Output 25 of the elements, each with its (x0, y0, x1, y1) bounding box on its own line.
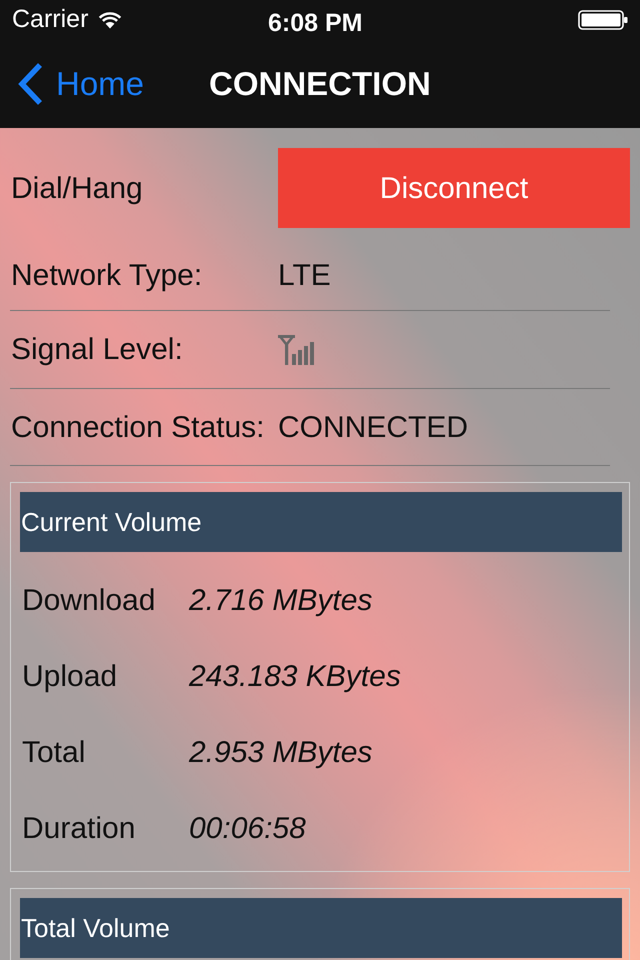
section-header: Current Volume (20, 492, 622, 552)
nav-title: CONNECTION (209, 64, 431, 104)
status-time: 6:08 PM (268, 8, 362, 39)
chevron-left-icon (17, 62, 43, 106)
info-label: Connection Status: (10, 410, 266, 446)
volume-label: Total (21, 734, 86, 770)
signal-strength-icon (278, 334, 316, 364)
volume-value: 00:06:58 (189, 810, 306, 846)
battery-icon (578, 10, 628, 30)
dial-label: Dial/Hang (10, 170, 144, 206)
volume-value: 243.183 KBytes (189, 658, 401, 694)
info-label: Network Type: (10, 258, 204, 294)
disconnect-button[interactable]: Disconnect (278, 148, 630, 228)
volume-label: Download (21, 582, 156, 618)
volume-label: Duration (21, 810, 136, 846)
section-header: Total Volume (20, 898, 622, 958)
info-value: LTE (278, 258, 331, 294)
volume-value: 2.953 MBytes (189, 734, 372, 770)
carrier-label: Carrier (12, 4, 88, 36)
back-button[interactable]: Home (17, 59, 144, 109)
volume-label: Upload (21, 658, 118, 694)
info-value: CONNECTED (278, 410, 468, 446)
wifi-icon (98, 11, 122, 29)
volume-value: 2.716 MBytes (189, 582, 372, 618)
info-label: Signal Level: (10, 332, 184, 368)
